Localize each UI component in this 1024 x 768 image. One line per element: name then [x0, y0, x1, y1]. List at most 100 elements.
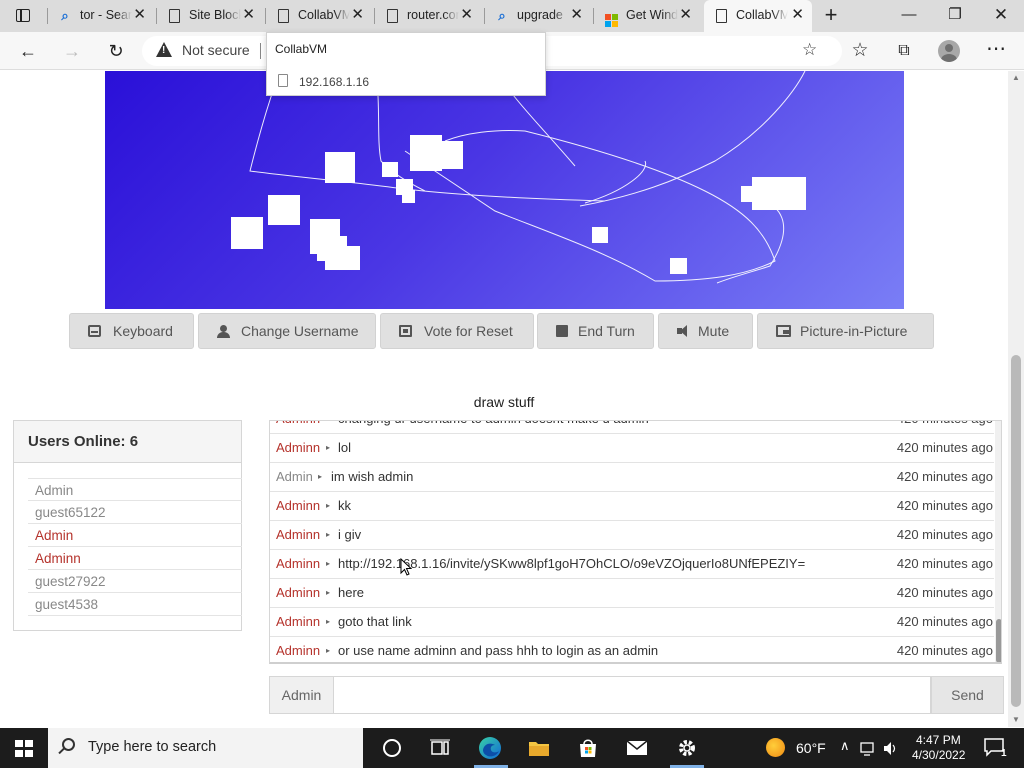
weather-temperature[interactable]: 60°F: [796, 740, 826, 756]
close-tab-icon[interactable]: ✕: [570, 7, 583, 23]
tab-get-windows[interactable]: Get Windows ✕: [594, 0, 700, 32]
suggestion-item[interactable]: 192.168.1.16: [267, 69, 545, 95]
chat-username-label: Admin: [269, 676, 333, 714]
mail-icon[interactable]: [625, 736, 649, 760]
vm-drawing: [231, 71, 806, 284]
chat-message: Adminn ▸ lol 420 minutes ago: [270, 434, 994, 463]
user-item[interactable]: Adminn: [28, 547, 242, 570]
profile-avatar[interactable]: [938, 40, 960, 62]
send-button[interactable]: Send: [931, 676, 1004, 714]
clock-time[interactable]: 4:47 PM: [916, 733, 961, 747]
page-scrollbar-thumb[interactable]: [1011, 355, 1021, 707]
mute-button[interactable]: Mute: [658, 313, 753, 349]
microsoft-store-icon[interactable]: [576, 736, 600, 760]
tab-collabvm-active[interactable]: CollabVM ✕: [704, 0, 812, 32]
tab-tor-search[interactable]: ⌕ tor - Search ✕: [48, 0, 154, 32]
button-label: Mute: [698, 323, 730, 339]
user-item[interactable]: Admin: [28, 478, 242, 501]
chat-input[interactable]: [333, 676, 931, 714]
close-tab-icon[interactable]: ✕: [460, 7, 473, 23]
tab-strip: ⌕ tor - Search ✕ Site Blocked ✕ CollabVM…: [0, 0, 1024, 32]
close-tab-icon[interactable]: ✕: [679, 7, 692, 23]
microsoft-logo-icon: [604, 8, 618, 27]
favorites-icon[interactable]: ☆: [848, 39, 872, 63]
user-icon: [217, 325, 230, 338]
chat-input-row: Admin Send: [269, 676, 1004, 714]
button-label: Vote for Reset: [424, 323, 513, 339]
chat-message: Adminn ▸ here 420 minutes ago: [270, 579, 994, 608]
user-item[interactable]: guest65122: [28, 501, 242, 524]
taskbar-search-box[interactable]: Type here to search: [48, 728, 363, 768]
add-favorite-icon[interactable]: ☆: [802, 40, 817, 60]
chat-text: lol: [338, 440, 352, 455]
vm-description: draw stuff: [473, 394, 535, 410]
page-icon: [385, 8, 399, 24]
warning-icon[interactable]: [156, 42, 172, 57]
arrow-icon: ▸: [326, 421, 330, 433]
vm-screen[interactable]: [105, 71, 904, 309]
security-status[interactable]: Not secure: [182, 42, 250, 58]
chat-message: Adminn ▸ goto that link 420 minutes ago: [270, 608, 994, 637]
tab-router[interactable]: router.com ✕: [375, 0, 481, 32]
volume-icon[interactable]: [882, 740, 899, 757]
picture-in-picture-button[interactable]: Picture-in-Picture: [757, 313, 934, 349]
restore-icon[interactable]: ❐: [944, 4, 966, 26]
chat-timestamp: 420 minutes ago: [896, 556, 993, 571]
chat-scrollbar[interactable]: [995, 421, 1001, 662]
close-tab-icon[interactable]: ✕: [351, 7, 364, 23]
users-panel: Users Online: 6 Admin guest65122 Admin A…: [13, 420, 242, 631]
search-icon: [62, 738, 75, 751]
tab-site-blocked[interactable]: Site Blocked ✕: [157, 0, 263, 32]
tab-actions-icon: [16, 9, 30, 22]
refresh-icon[interactable]: ↻: [104, 39, 128, 63]
close-window-icon[interactable]: ✕: [990, 4, 1012, 26]
keyboard-button[interactable]: Keyboard: [69, 313, 194, 349]
chat-username: Adminn: [276, 527, 321, 542]
file-explorer-icon[interactable]: [527, 736, 551, 760]
forward-icon[interactable]: →: [60, 39, 84, 63]
back-icon[interactable]: ←: [16, 39, 40, 63]
suggestion-title[interactable]: CollabVM: [275, 42, 327, 56]
clock-date[interactable]: 4/30/2022: [912, 748, 965, 762]
task-view-icon[interactable]: [428, 736, 452, 760]
scroll-down-icon[interactable]: ▼: [1008, 715, 1024, 724]
page-content: Keyboard Change Username Vote for Reset …: [0, 71, 1008, 727]
user-item[interactable]: guest4538: [28, 593, 242, 616]
edge-browser-icon[interactable]: [478, 736, 502, 760]
network-icon[interactable]: [860, 740, 877, 757]
weather-icon[interactable]: [766, 738, 785, 757]
more-options-icon[interactable]: ⋯: [984, 37, 1008, 61]
chat-timestamp: 420 minutes ago: [896, 527, 993, 542]
tab-upgrade[interactable]: ⌕ upgrade ✕: [485, 0, 591, 32]
windows-start-icon[interactable]: [15, 740, 33, 757]
cortana-icon[interactable]: [380, 736, 404, 760]
chat-scrollbar-thumb[interactable]: [996, 619, 1001, 662]
arrow-icon: ▸: [326, 617, 331, 626]
chat-text: here: [338, 585, 365, 600]
chat-text: i giv: [338, 527, 362, 542]
end-turn-button[interactable]: End Turn: [537, 313, 654, 349]
address-suggestion-dropdown: CollabVM 192.168.1.16: [266, 32, 546, 96]
settings-icon[interactable]: [675, 736, 699, 760]
new-tab-icon[interactable]: +: [820, 4, 842, 26]
tab-label: router.com: [407, 8, 459, 22]
tab-collabvm[interactable]: CollabVM ✕: [266, 0, 372, 32]
close-tab-icon[interactable]: ✕: [242, 7, 255, 23]
change-username-button[interactable]: Change Username: [198, 313, 376, 349]
chat-log[interactable]: Adminn ▸ changing ur username to admin d…: [269, 420, 1002, 664]
page-scrollbar[interactable]: ▲ ▼: [1008, 71, 1024, 727]
vote-for-reset-button[interactable]: Vote for Reset: [380, 313, 534, 349]
scroll-up-icon[interactable]: ▲: [1008, 73, 1024, 82]
users-online-header: Users Online: 6: [14, 421, 241, 463]
vote-icon: [399, 325, 412, 337]
collections-icon[interactable]: ⧉: [892, 39, 916, 63]
close-tab-icon[interactable]: ✕: [133, 7, 146, 23]
user-item[interactable]: Admin: [28, 524, 242, 547]
page-icon: [276, 8, 290, 24]
close-tab-icon[interactable]: ✕: [791, 7, 804, 23]
minimize-icon[interactable]: —: [898, 4, 920, 26]
chevron-up-icon[interactable]: ∧: [840, 738, 850, 754]
tab-actions-button[interactable]: [10, 6, 38, 26]
user-item[interactable]: guest27922: [28, 570, 242, 593]
chat-text: im wish admin: [331, 469, 414, 484]
